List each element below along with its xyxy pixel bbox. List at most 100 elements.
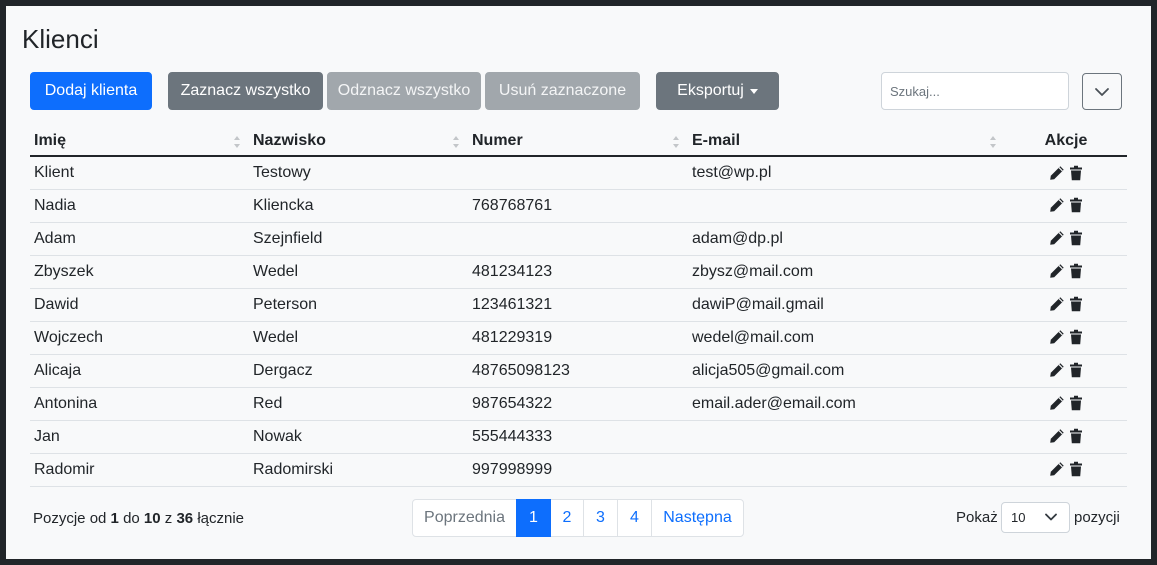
last-name-cell: Dergacz (249, 354, 468, 388)
email-cell: email.ader@email.com (688, 387, 1005, 421)
sort-icon (673, 136, 679, 148)
last-name-cell: Nowak (249, 420, 468, 454)
trash-icon[interactable] (1069, 165, 1083, 181)
page-size-suffix: pozycji (1074, 509, 1120, 526)
column-header-number[interactable]: Numer (468, 127, 688, 157)
first-name-cell: Wojczech (30, 321, 249, 355)
page-button-4[interactable]: 4 (617, 499, 652, 537)
table-row: Alicaja Dergacz 48765098123 alicja505@gmail… (30, 354, 1127, 388)
number-cell: 481229319 (468, 321, 688, 355)
page-button-1[interactable]: 1 (516, 499, 551, 537)
edit-icon[interactable] (1049, 428, 1065, 444)
edit-icon[interactable] (1049, 165, 1065, 181)
table-row: Jan Nowak 555444333 (30, 420, 1127, 454)
edit-icon[interactable] (1049, 296, 1065, 312)
edit-icon[interactable] (1049, 329, 1065, 345)
email-cell (688, 453, 1005, 487)
trash-icon[interactable] (1069, 428, 1083, 444)
last-name-cell: Testowy (249, 156, 468, 190)
email-cell: alicja505@gmail.com (688, 354, 1005, 388)
row-actions (1005, 387, 1127, 421)
column-header-email[interactable]: E-mail (688, 127, 1005, 157)
first-name-cell: Antonina (30, 387, 249, 421)
email-cell: dawiP@mail.gmail (688, 288, 1005, 322)
email-cell: test@wp.pl (688, 156, 1005, 190)
row-actions (1005, 189, 1127, 223)
select-all-button[interactable]: Zaznacz wszystko (168, 72, 323, 110)
chevron-down-icon (1095, 87, 1109, 96)
collapse-toggle-button[interactable] (1082, 73, 1122, 110)
email-cell (688, 189, 1005, 223)
last-name-cell: Wedel (249, 321, 468, 355)
column-header-first-name[interactable]: Imię (30, 127, 249, 157)
page-size-select[interactable]: 10 (1001, 502, 1070, 533)
row-actions (1005, 453, 1127, 487)
next-page-button[interactable]: Następna (651, 499, 744, 537)
edit-icon[interactable] (1049, 395, 1065, 411)
page-button-2[interactable]: 2 (550, 499, 584, 537)
page-size-value: 10 (1011, 510, 1026, 525)
last-name-cell: Wedel (249, 255, 468, 289)
trash-icon[interactable] (1069, 230, 1083, 246)
trash-icon[interactable] (1069, 329, 1083, 345)
first-name-cell: Jan (30, 420, 249, 454)
last-name-cell: Peterson (249, 288, 468, 322)
page-title: Klienci (22, 24, 99, 54)
edit-icon[interactable] (1049, 461, 1065, 477)
column-header-last-name[interactable]: Nazwisko (249, 127, 468, 157)
number-cell: 48765098123 (468, 354, 688, 388)
row-actions (1005, 288, 1127, 322)
chevron-down-icon (1045, 513, 1057, 521)
edit-icon[interactable] (1049, 362, 1065, 378)
number-cell: 987654322 (468, 387, 688, 421)
number-cell (468, 222, 688, 256)
number-cell: 768768761 (468, 189, 688, 223)
first-name-cell: Dawid (30, 288, 249, 322)
first-name-cell: Nadia (30, 189, 249, 223)
table-row: Nadia Kliencka 768768761 (30, 189, 1127, 223)
search-input[interactable] (881, 72, 1069, 110)
clients-table: Imię Nazwisko Numer E-mail Akcje Klient T… (30, 127, 1127, 487)
table-header-row: Imię Nazwisko Numer E-mail Akcje (30, 127, 1127, 157)
page-size-label: Pokaż (956, 509, 998, 526)
first-name-cell: Adam (30, 222, 249, 256)
last-name-cell: Radomirski (249, 453, 468, 487)
pagination: Poprzednia 1 2 3 4 Następna (412, 499, 744, 537)
table-row: Radomir Radomirski 997998999 (30, 453, 1127, 487)
table-row: Klient Testowy test@wp.pl (30, 156, 1127, 190)
first-name-cell: Klient (30, 156, 249, 190)
table-row: Zbyszek Wedel 481234123 zbysz@mail.com (30, 255, 1127, 289)
trash-icon[interactable] (1069, 197, 1083, 213)
add-client-button[interactable]: Dodaj klienta (30, 72, 152, 110)
trash-icon[interactable] (1069, 362, 1083, 378)
first-name-cell: Zbyszek (30, 255, 249, 289)
page-button-3[interactable]: 3 (583, 499, 618, 537)
number-cell: 123461321 (468, 288, 688, 322)
email-cell (688, 420, 1005, 454)
caret-down-icon (749, 88, 758, 94)
column-header-actions: Akcje (1005, 127, 1127, 157)
export-label: Eksportuj (677, 82, 744, 99)
trash-icon[interactable] (1069, 461, 1083, 477)
row-actions (1005, 222, 1127, 256)
sort-icon (990, 136, 996, 148)
row-actions (1005, 354, 1127, 388)
table-row: Wojczech Wedel 481229319 wedel@mail.com (30, 321, 1127, 355)
trash-icon[interactable] (1069, 296, 1083, 312)
table-row: Adam Szejnfield adam@dp.pl (30, 222, 1127, 256)
edit-icon[interactable] (1049, 263, 1065, 279)
deselect-all-button[interactable]: Odznacz wszystko (327, 72, 481, 110)
email-cell: adam@dp.pl (688, 222, 1005, 256)
table-row: Dawid Peterson 123461321 dawiP@mail.gmail (30, 288, 1127, 322)
delete-selected-button[interactable]: Usuń zaznaczone (485, 72, 640, 110)
trash-icon[interactable] (1069, 263, 1083, 279)
edit-icon[interactable] (1049, 230, 1065, 246)
edit-icon[interactable] (1049, 197, 1065, 213)
trash-icon[interactable] (1069, 395, 1083, 411)
export-dropdown-button[interactable]: Eksportuj (656, 72, 779, 110)
previous-page-button[interactable]: Poprzednia (412, 499, 517, 537)
clients-panel: Klienci Dodaj klienta Zaznacz wszystko O… (6, 6, 1151, 559)
row-actions (1005, 156, 1127, 190)
number-cell: 481234123 (468, 255, 688, 289)
number-cell (468, 156, 688, 190)
